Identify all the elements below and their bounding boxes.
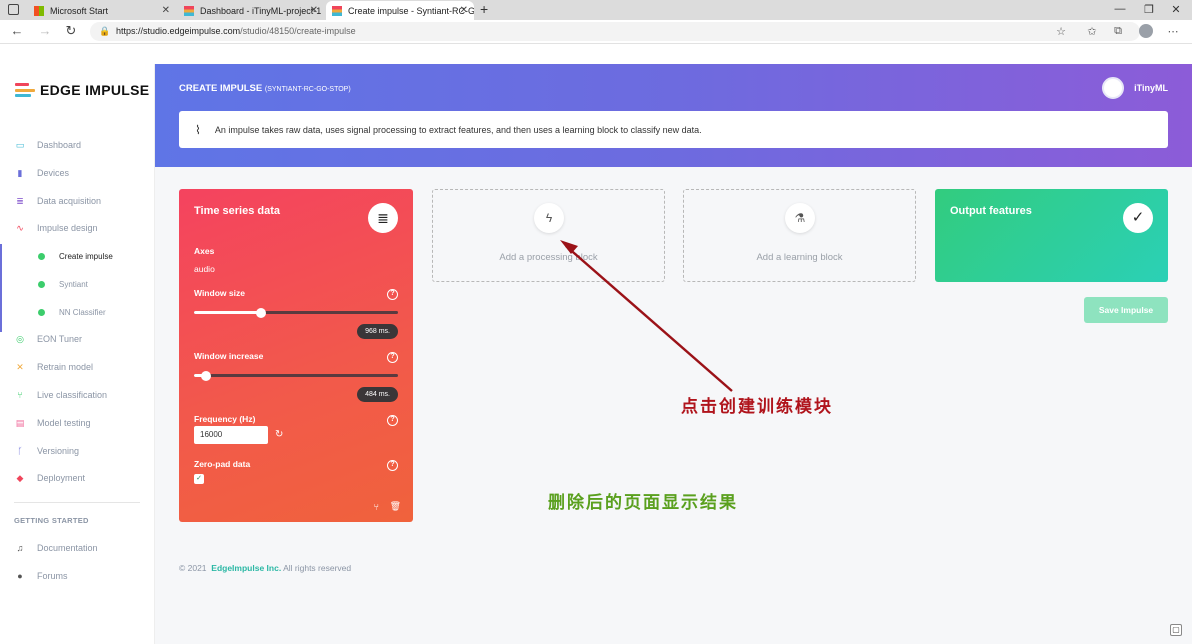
annotation-result-note: 删除后的页面显示结果 [548,493,738,513]
annotation-arrow [560,240,733,392]
arrow-head [560,240,578,254]
feedback-icon[interactable]: ▢ [1170,624,1182,636]
arrow-line [565,245,733,392]
annotation-click-note: 点击创建训练模块 [681,397,833,417]
